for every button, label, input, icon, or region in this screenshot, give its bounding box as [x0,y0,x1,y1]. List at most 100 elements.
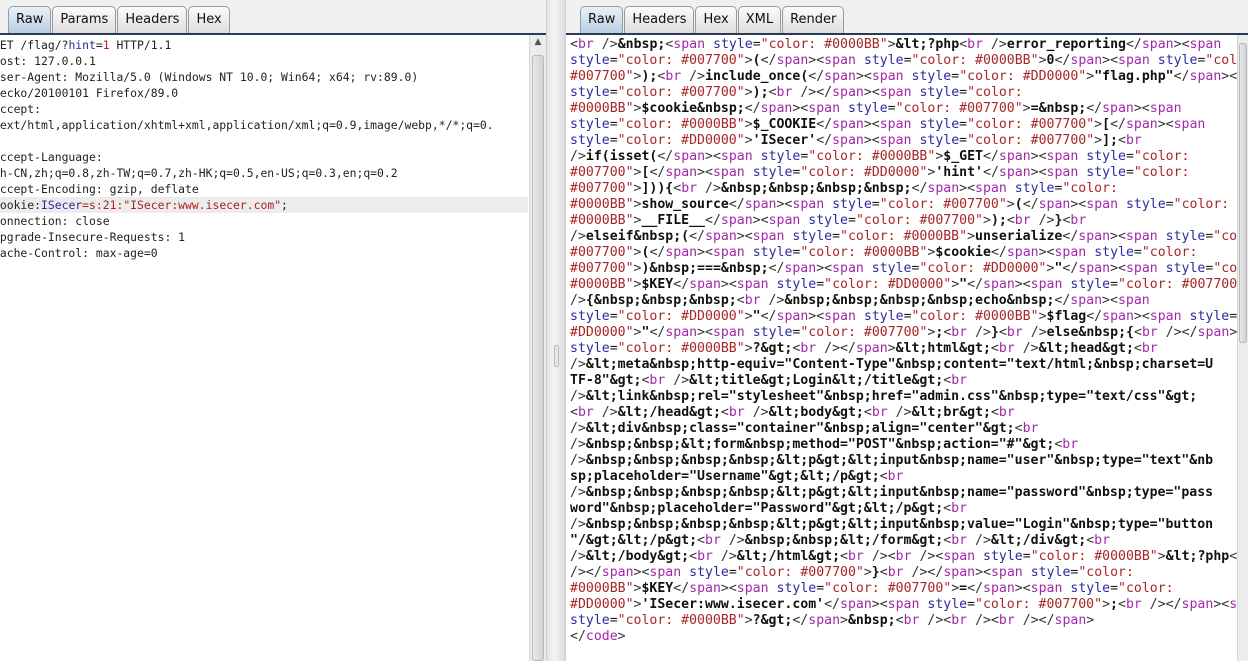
markup-attribute-value: "color: #007700" [879,197,1007,212]
markup-bracket: < [1086,533,1095,548]
markup-bracket: /> [1030,325,1047,340]
markup-attribute-value: "color: #DD0000" [919,261,1047,276]
markup-equals: = [1125,149,1134,164]
markup-bracket: </ [649,165,666,180]
markup-attribute: style [752,245,793,260]
markup-text [745,165,753,180]
response-scrollbar[interactable] [1237,35,1248,661]
response-tab-raw[interactable]: Raw [580,6,624,33]
markup-tag-name: span [784,261,817,276]
markup-tag-name: br [1022,421,1039,436]
pane-splitter[interactable] [546,0,566,661]
markup-bracket: /> [1038,213,1055,228]
markup-attribute: style [927,597,968,612]
markup-tag-name: span [983,581,1015,596]
markup-bracket: >< [736,229,753,244]
markup-bracket: />< [927,613,952,628]
markup-text [1015,613,1023,628]
response-editor[interactable]: <br />&nbsp;<span style="color: #0000BB"… [566,35,1248,661]
markup-bracket: < [673,181,682,196]
markup-bracket: > [744,341,753,356]
markup-text: 'ISecer:www.isecer.com' [641,597,825,612]
markup-tag-name: br [951,325,968,340]
markup-tag-name: span [998,165,1031,180]
param-value: =s:21:"ISecer:www.isecer.com" [82,198,282,212]
request-line: Accept: [0,101,494,117]
markup-bracket: < [1133,341,1142,356]
markup-bracket: /> [570,357,586,372]
markup-bracket: /> [570,389,586,404]
markup-text [1158,325,1166,340]
request-text[interactable]: GET /flag/?hint=1 HTTP/1.1 Host: 127.0.0.… [0,37,494,261]
markup-tag-name: br [951,613,968,628]
markup-bracket: < [959,37,968,52]
markup-text [967,533,975,548]
markup-equals: = [609,133,618,148]
markup-bracket: </ [1173,69,1190,84]
markup-attribute-value: "color: #0000BB" [617,613,745,628]
markup-tag-name: span [808,613,841,628]
request-tab-raw[interactable]: Raw [8,6,52,33]
scroll-up-arrow-icon[interactable]: ▲ [530,37,546,51]
markup-tag-name: span [736,581,769,596]
request-line: Accept-Encoding: gzip, deflate [0,181,494,197]
markup-bracket: > [744,309,753,324]
markup-tag-name: span [943,565,976,580]
request-tab-params[interactable]: Params [52,6,117,33]
markup-bracket: >< [975,565,991,580]
markup-tag-name: span [824,69,856,84]
markup-text: &nbsp;&nbsp;&lt;/form&gt; [744,533,944,548]
response-tab-hex[interactable]: Hex [695,6,737,33]
markup-tag-name: span [665,165,698,180]
scrollbar-thumb[interactable] [532,55,544,661]
markup-text: {&nbsp;&nbsp;&nbsp; [585,293,737,308]
markup-bracket: > [744,613,753,628]
markup-attribute: style [911,69,952,84]
markup-text: &nbsp; [617,37,666,52]
markup-text: &nbsp;&nbsp;&nbsp;&nbsp; [720,181,912,196]
markup-text [1031,213,1039,228]
markup-text: [ [1102,117,1111,132]
markup-text [1158,261,1166,276]
markup-bracket: > [951,277,960,292]
response-tab-headers[interactable]: Headers [624,6,695,33]
markup-tag-name: br [744,293,761,308]
request-tab-hex[interactable]: Hex [188,6,230,33]
splitter-grip-icon[interactable] [554,345,559,367]
markup-attribute: style [760,149,801,164]
markup-bracket: /> [570,437,586,452]
markup-text [824,197,832,212]
markup-bracket: >< [816,261,833,276]
markup-bracket: /> [975,533,991,548]
request-editor[interactable]: GET /flag/?hint=1 HTTP/1.1 Host: 127.0.0.… [0,35,546,661]
markup-tag-name: span [689,581,721,596]
markup-attribute-value: "color: #007700" [967,133,1095,148]
markup-text [721,533,729,548]
markup-tag-name: br [577,37,594,52]
markup-equals: = [1110,277,1119,292]
markup-bracket: /> [990,37,1007,52]
request-text-segment: HTTP/1.1 [109,38,172,52]
markup-text: &lt;title&gt;Login&lt;/title&gt; [689,373,944,388]
markup-bracket: >< [1110,229,1126,244]
markup-tag-name: span [665,245,698,260]
markup-tag-name: span [1189,37,1222,52]
request-scrollbar[interactable]: ▲ [529,35,546,661]
markup-attribute: style [570,133,610,148]
request-tab-headers[interactable]: Headers [117,6,188,33]
markup-equals: = [816,277,825,292]
markup-tag-name: br [1006,325,1023,340]
response-tab-render[interactable]: Render [782,6,845,33]
markup-tag-name: span [1181,597,1214,612]
scrollbar-thumb[interactable] [1239,43,1247,343]
markup-attribute: style [570,341,610,356]
markup-tag-name: span [1125,229,1158,244]
markup-equals: = [752,37,761,52]
markup-text: &nbsp;&nbsp;&nbsp;&nbsp;echo&nbsp; [784,293,1055,308]
markup-tag-name: span [887,597,920,612]
response-tab-xml[interactable]: XML [737,6,782,33]
markup-bracket: < [768,85,777,100]
markup-text [856,309,864,324]
response-text[interactable]: <br />&nbsp;<span style="color: #0000BB"… [570,37,1248,645]
markup-attribute: style [919,117,960,132]
